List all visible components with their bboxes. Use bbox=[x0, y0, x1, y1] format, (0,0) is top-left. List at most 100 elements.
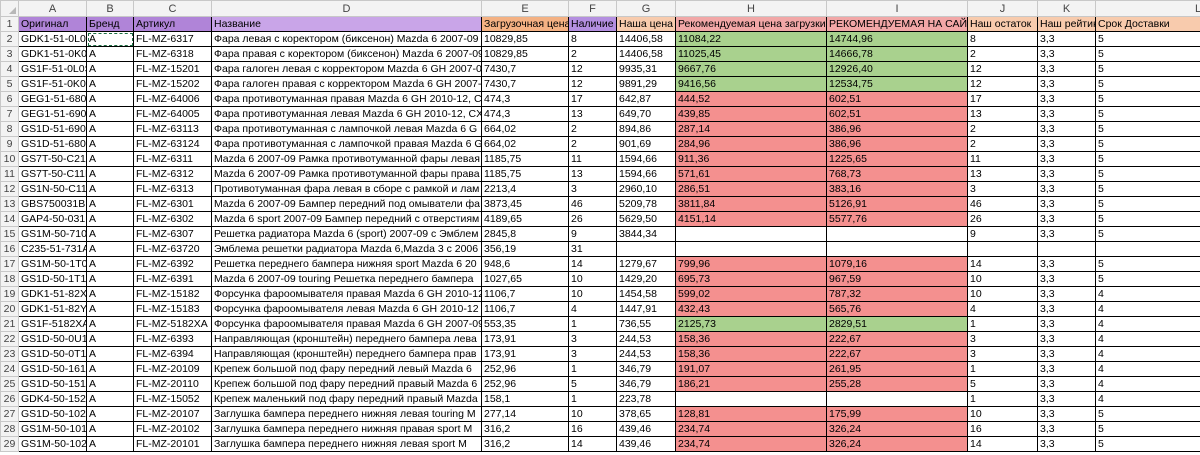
cell[interactable]: 383,16 bbox=[826, 181, 968, 197]
cell[interactable]: 3,3 bbox=[1037, 226, 1096, 242]
cell[interactable]: 3844,34 bbox=[616, 226, 676, 242]
cell[interactable]: GEG1-51-690B bbox=[18, 106, 87, 122]
row-number[interactable]: 21 bbox=[0, 316, 19, 332]
cell[interactable]: 234,74 bbox=[675, 436, 827, 452]
cell[interactable]: 3 bbox=[967, 181, 1038, 197]
cell[interactable]: 13 bbox=[568, 106, 617, 122]
cell[interactable]: 3,3 bbox=[1037, 421, 1096, 437]
cell[interactable]: 1594,66 bbox=[616, 151, 676, 167]
cell[interactable]: 3,3 bbox=[1037, 391, 1096, 407]
row-number[interactable]: 8 bbox=[0, 121, 19, 137]
header-cell[interactable]: РЕКОМЕНДУЕМАЯ НА САЙТЕ bbox=[826, 16, 968, 32]
cell[interactable]: 4 bbox=[1095, 391, 1200, 407]
cell[interactable]: 3873,45 bbox=[481, 196, 569, 212]
cell[interactable]: A bbox=[86, 286, 134, 302]
cell[interactable]: 642,87 bbox=[616, 91, 676, 107]
cell[interactable]: 5 bbox=[1095, 406, 1200, 422]
cell[interactable]: 287,14 bbox=[675, 121, 827, 137]
cell[interactable]: FL-MZ-64005 bbox=[133, 106, 212, 122]
row-number[interactable]: 16 bbox=[0, 241, 19, 257]
cell[interactable]: 2845,8 bbox=[481, 226, 569, 242]
cell[interactable]: 2213,4 bbox=[481, 181, 569, 197]
cell[interactable]: 553,35 bbox=[481, 316, 569, 332]
cell[interactable]: Крепеж маленький под фару передний правы… bbox=[211, 391, 482, 407]
cell[interactable]: 4 bbox=[967, 301, 1038, 317]
cell[interactable]: 5 bbox=[568, 376, 617, 392]
cell[interactable]: FL-MZ-20101 bbox=[133, 436, 212, 452]
cell[interactable]: 1 bbox=[967, 361, 1038, 377]
cell[interactable]: 158,1 bbox=[481, 391, 569, 407]
cell[interactable]: Направляющая (кронштейн) переднего бампе… bbox=[211, 331, 482, 347]
row-number[interactable]: 9 bbox=[0, 136, 19, 152]
cell[interactable]: GS1D-51-680B bbox=[18, 136, 87, 152]
cell[interactable]: 1185,75 bbox=[481, 151, 569, 167]
cell[interactable]: 3,3 bbox=[1037, 136, 1096, 152]
cell[interactable]: 9416,56 bbox=[675, 76, 827, 92]
cell[interactable]: GS1D-51-690B bbox=[18, 121, 87, 137]
cell[interactable]: 12 bbox=[568, 61, 617, 77]
cell[interactable]: 191,07 bbox=[675, 361, 827, 377]
cell[interactable]: 8 bbox=[568, 31, 617, 47]
header-cell[interactable]: Наш рейтинг bbox=[1037, 16, 1096, 32]
cell[interactable]: 1594,66 bbox=[616, 166, 676, 182]
cell[interactable]: 261,95 bbox=[826, 361, 968, 377]
cell[interactable]: 173,91 bbox=[481, 331, 569, 347]
cell[interactable]: Форсунка фароомывателя правая Mazda 6 GH… bbox=[211, 286, 482, 302]
cell[interactable]: 1185,75 bbox=[481, 166, 569, 182]
cell[interactable]: 244,53 bbox=[616, 331, 676, 347]
cell[interactable]: A bbox=[86, 346, 134, 362]
cell[interactable]: 1429,20 bbox=[616, 271, 676, 287]
cell[interactable]: 14 bbox=[967, 256, 1038, 272]
cell[interactable]: A bbox=[86, 46, 134, 62]
cell[interactable]: 948,6 bbox=[481, 256, 569, 272]
cell[interactable]: 128,81 bbox=[675, 406, 827, 422]
cell[interactable]: 444,52 bbox=[675, 91, 827, 107]
cell[interactable]: 5 bbox=[1095, 31, 1200, 47]
cell[interactable]: 252,96 bbox=[481, 361, 569, 377]
cell[interactable]: Форсунка фароомывателя правая Mazda 6 GH… bbox=[211, 316, 482, 332]
cell[interactable]: 5 bbox=[1095, 181, 1200, 197]
header-cell[interactable]: Наличие bbox=[568, 16, 617, 32]
cell[interactable]: A bbox=[86, 106, 134, 122]
cell[interactable]: 2 bbox=[967, 46, 1038, 62]
cell[interactable]: 1 bbox=[967, 391, 1038, 407]
cell[interactable]: A bbox=[86, 226, 134, 242]
row-number[interactable]: 11 bbox=[0, 166, 19, 182]
cell[interactable]: 3,3 bbox=[1037, 31, 1096, 47]
cell[interactable]: A bbox=[86, 136, 134, 152]
cell[interactable]: 3,3 bbox=[1037, 271, 1096, 287]
cell[interactable]: Фара галоген правая с корректором Mazda … bbox=[211, 76, 482, 92]
cell[interactable]: 2 bbox=[568, 46, 617, 62]
cell[interactable]: 3 bbox=[568, 331, 617, 347]
cell[interactable]: 474,3 bbox=[481, 106, 569, 122]
row-number[interactable]: 1 bbox=[0, 16, 19, 32]
cell[interactable]: 4 bbox=[1095, 376, 1200, 392]
cell[interactable]: FL-MZ-63720 bbox=[133, 241, 212, 257]
cell[interactable]: 11025,45 bbox=[675, 46, 827, 62]
row-number[interactable]: 5 bbox=[0, 76, 19, 92]
cell[interactable]: 222,67 bbox=[826, 346, 968, 362]
row-number[interactable]: 15 bbox=[0, 226, 19, 242]
cell[interactable]: 3,3 bbox=[1037, 76, 1096, 92]
cell[interactable]: 9891,29 bbox=[616, 76, 676, 92]
cell[interactable]: GS7T-50-C21B bbox=[18, 151, 87, 167]
cell[interactable]: 3811,84 bbox=[675, 196, 827, 212]
row-number[interactable]: 14 bbox=[0, 211, 19, 227]
cell[interactable]: 3,3 bbox=[1037, 151, 1096, 167]
cell[interactable]: 736,55 bbox=[616, 316, 676, 332]
cell[interactable]: 5 bbox=[1095, 136, 1200, 152]
cell[interactable]: 386,96 bbox=[826, 121, 968, 137]
cell[interactable]: 9 bbox=[568, 226, 617, 242]
cell[interactable]: FL-MZ-6301 bbox=[133, 196, 212, 212]
cell[interactable]: 1 bbox=[568, 316, 617, 332]
cell[interactable]: 1225,65 bbox=[826, 151, 968, 167]
cell[interactable]: 326,24 bbox=[826, 421, 968, 437]
cell[interactable]: 5 bbox=[1095, 106, 1200, 122]
row-number[interactable]: 2 bbox=[0, 31, 19, 47]
header-cell[interactable]: Наша цена bbox=[616, 16, 676, 32]
cell[interactable]: 1 bbox=[568, 361, 617, 377]
cell[interactable]: A bbox=[86, 76, 134, 92]
cell[interactable]: GS1M-50-710FP bbox=[18, 226, 87, 242]
cell[interactable]: FL-MZ-15182 bbox=[133, 286, 212, 302]
row-number[interactable]: 6 bbox=[0, 91, 19, 107]
